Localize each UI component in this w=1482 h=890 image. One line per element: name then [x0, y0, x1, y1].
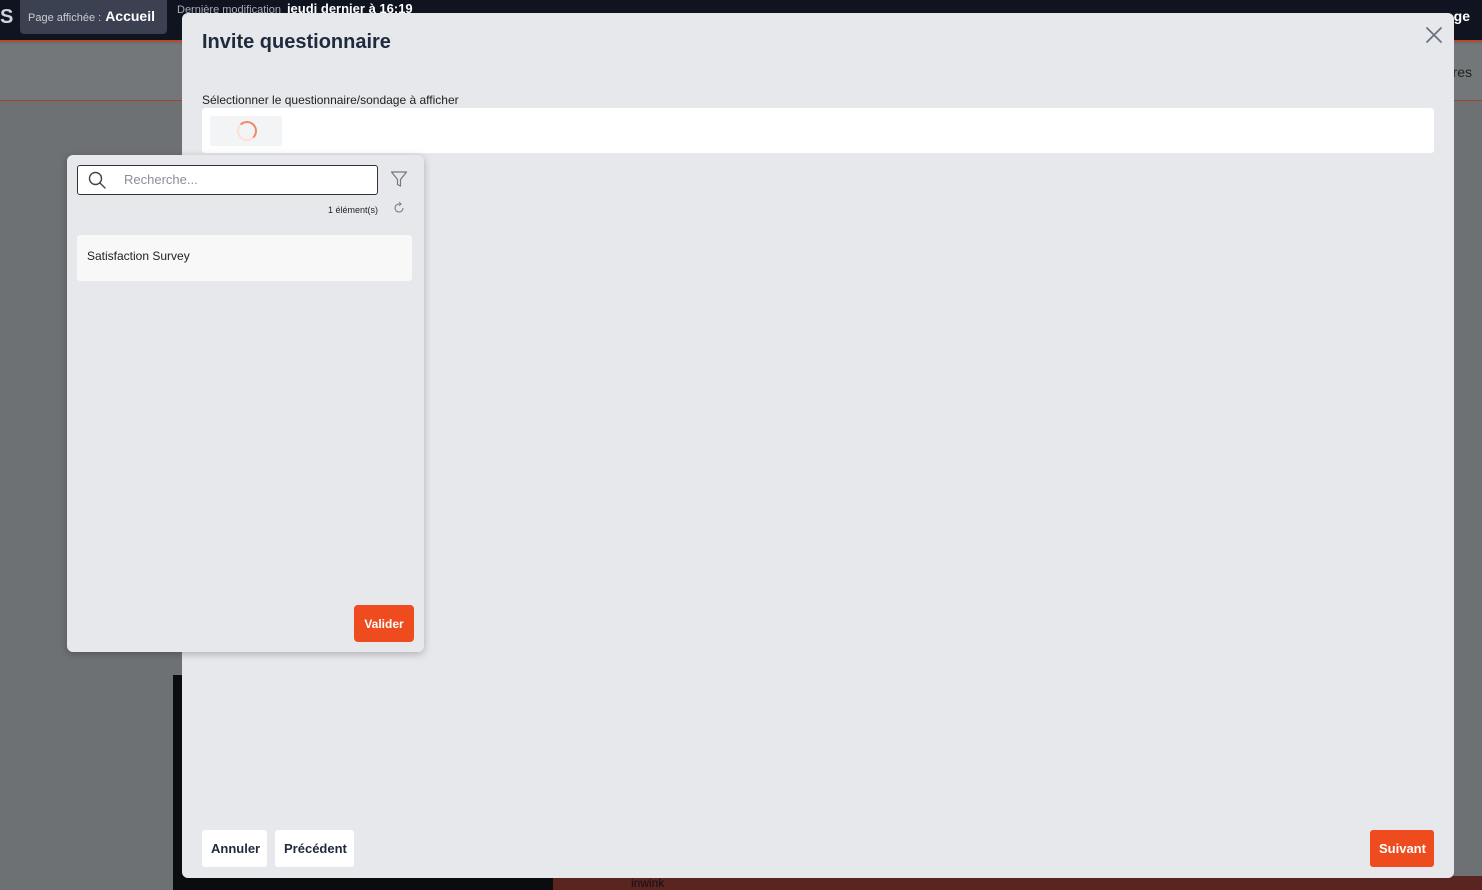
close-button[interactable]: [1422, 23, 1446, 47]
footer-brand: inwink: [631, 876, 665, 890]
subbar-right-text: res: [1452, 64, 1472, 80]
search-box[interactable]: [77, 165, 378, 195]
close-icon: [1426, 27, 1442, 43]
loading-indicator: [210, 116, 282, 146]
page-selector-label: Page affichée :: [28, 12, 102, 24]
app-logo: S: [0, 6, 14, 28]
filter-icon[interactable]: [390, 170, 408, 188]
list-item[interactable]: Satisfaction Survey: [77, 235, 412, 281]
refresh-icon[interactable]: [393, 202, 405, 214]
modal-title: Invite questionnaire: [202, 31, 391, 53]
cancel-button[interactable]: Annuler: [202, 830, 267, 867]
search-icon: [88, 171, 106, 189]
page-selector-value: Accueil: [105, 8, 155, 24]
validate-button[interactable]: Valider: [354, 605, 414, 642]
topbar-right-text: ge: [1453, 8, 1470, 24]
questionnaire-picker-panel: 1 élément(s) Satisfaction Survey Valider: [67, 155, 424, 652]
search-input[interactable]: [124, 172, 364, 187]
spinner-icon: [237, 121, 257, 141]
questionnaire-field-label: Sélectionner le questionnaire/sondage à …: [202, 93, 459, 107]
background-footer-strip: inwink: [553, 876, 1482, 890]
questionnaire-select[interactable]: [202, 108, 1434, 153]
previous-button[interactable]: Précédent: [275, 830, 354, 867]
result-count: 1 élément(s): [327, 205, 378, 215]
page-selector[interactable]: Page affichée : Accueil: [20, 0, 167, 34]
next-button[interactable]: Suivant: [1370, 830, 1434, 867]
